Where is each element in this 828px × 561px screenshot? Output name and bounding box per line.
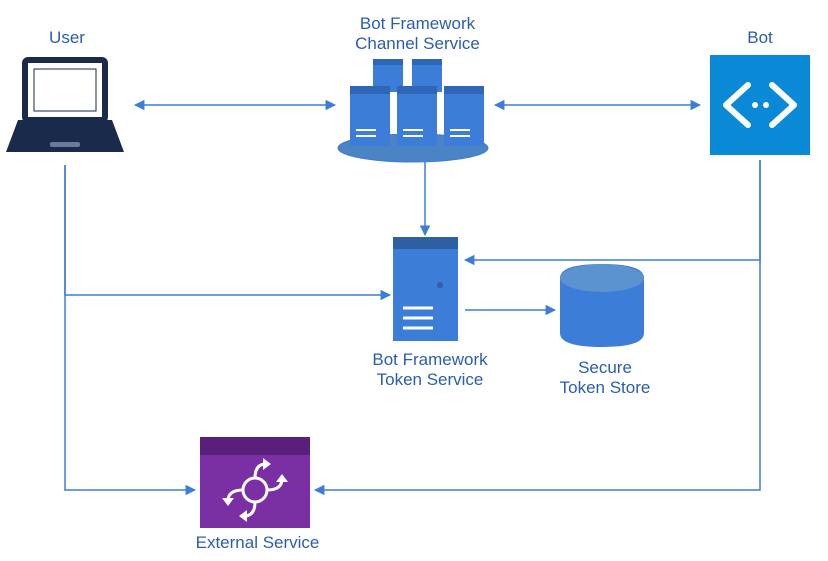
bot-icon — [710, 55, 810, 155]
diagram-svg — [0, 0, 828, 561]
token-service-label: Bot Framework Token Service — [360, 350, 500, 391]
token-store-label: Secure Token Store — [545, 358, 665, 399]
architecture-diagram: User Bot Framework Channel Service Bot B… — [0, 0, 828, 561]
token-service-icon — [393, 237, 458, 341]
token-store-icon — [560, 264, 644, 347]
external-service-label: External Service — [190, 533, 325, 553]
user-icon — [6, 60, 124, 152]
bot-label: Bot — [740, 28, 780, 48]
channel-service-label: Bot Framework Channel Service — [330, 14, 505, 55]
channel-service-icon — [338, 59, 488, 162]
external-service-icon — [200, 437, 310, 528]
user-label: User — [32, 28, 102, 48]
